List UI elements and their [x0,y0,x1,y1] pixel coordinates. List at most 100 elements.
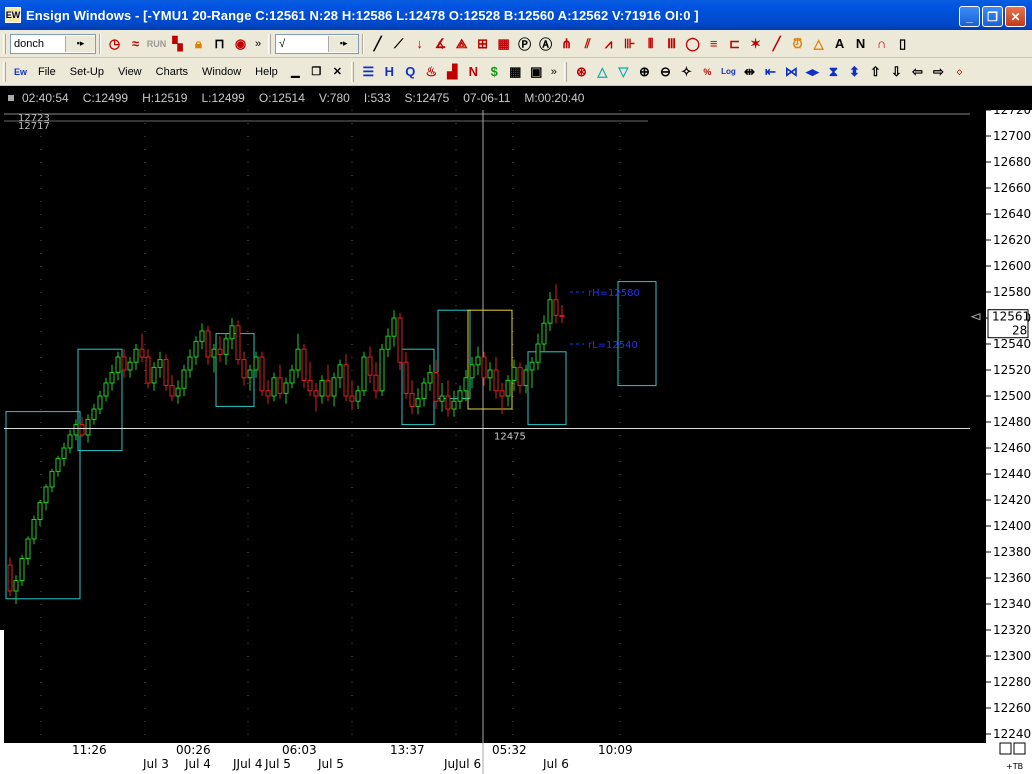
clock-icon[interactable]: ◷ [104,33,125,54]
unlock-icon[interactable]: ⊓ [209,33,230,54]
percent-icon[interactable]: % [697,61,718,82]
toolbar-grip[interactable] [268,33,272,54]
menu-help[interactable]: Help [248,66,285,78]
ray-icon[interactable]: ⟋ [388,33,409,54]
doc-icon[interactable]: Ew [10,61,31,82]
hourglass-icon[interactable]: ⧗ [823,61,844,82]
mdi-close-icon[interactable]: ✕ [327,61,348,82]
candle-body [313,390,319,397]
candle-body [559,314,565,318]
compass-icon[interactable]: ✧ [676,61,697,82]
flame-icon[interactable]: ♨ [421,61,442,82]
menu-charts[interactable]: Charts [149,66,195,78]
toolbar-overflow-chevron[interactable]: » [547,66,561,78]
magnet-icon[interactable]: ∩ [871,33,892,54]
candle-body [439,395,445,402]
updown-icon[interactable]: ⬍ [844,61,865,82]
price-tick-label: 12300 [993,649,1031,663]
mdi-restore-icon[interactable]: ❐ [306,61,327,82]
candle-body [145,356,151,384]
cursor-icon[interactable]: ▯ [892,33,913,54]
line-tool-icon[interactable]: ╱ [766,33,787,54]
gann-icon[interactable]: ⊏ [724,33,745,54]
triangle-down-icon[interactable]: ▽ [613,61,634,82]
camera-icon[interactable]: ▣ [526,61,547,82]
lock-icon[interactable]: 🔒︎ [188,33,209,54]
arrow-down-icon[interactable]: ↓ [409,33,430,54]
triangle-icon[interactable]: △ [808,33,829,54]
table-icon[interactable]: ▦ [493,33,514,54]
candle-body [151,366,157,384]
lifebuoy-icon[interactable]: ⊛ [571,61,592,82]
menu-view[interactable]: View [111,66,149,78]
candle-body [109,372,115,384]
cycle-icon[interactable]: ⦀ [640,33,661,54]
triangle-up-icon[interactable]: △ [592,61,613,82]
study-combo[interactable]: donch ▪▸ [10,33,96,54]
menu-file[interactable]: File [31,66,63,78]
arrow-down-outline-icon[interactable]: ⇩ [886,61,907,82]
minimize-button[interactable]: _ [959,6,980,27]
circle-icon[interactable]: ◯ [682,33,703,54]
arrow-left-icon[interactable]: ⇦ [907,61,928,82]
maximize-button[interactable]: ❐ [982,6,1003,27]
lines-icon[interactable]: ≡ [703,33,724,54]
arrow-up-icon[interactable]: ⇧ [865,61,886,82]
expand-h-icon[interactable]: ⇹ [739,61,760,82]
app-icon[interactable]: EW [5,7,21,23]
target-icon[interactable]: ◉ [230,33,251,54]
toolbar-grip[interactable] [563,61,567,82]
grid-icon[interactable]: ▚ [167,33,188,54]
spark-icon[interactable]: ✶ [745,33,766,54]
toolbar-overflow-chevron[interactable]: » [251,38,265,50]
run-button[interactable]: RUN [146,33,167,54]
zoom-out-icon[interactable]: ⊖ [655,61,676,82]
a-box-icon[interactable]: Ⓐ [535,33,556,54]
dropdown-arrow-icon[interactable]: ▪▸ [328,35,359,52]
candle-body [475,356,481,366]
wave-icon[interactable]: ≈ [125,33,146,54]
h-icon[interactable]: H [379,61,400,82]
price-tick-label: 12320 [993,623,1031,637]
dollar-icon[interactable]: $ [484,61,505,82]
fib-fan-icon[interactable]: ⟁ [451,33,472,54]
trendline-icon[interactable]: ╱ [367,33,388,54]
close-button[interactable]: ✕ [1005,6,1026,27]
reset-button[interactable]: ◇ [949,61,970,82]
scroll-left-icon[interactable]: ⇤ [760,61,781,82]
arrow-right-icon[interactable]: ⇨ [928,61,949,82]
dropdown-arrow-icon[interactable]: ▪▸ [65,35,95,52]
price-tick-label: 12680 [993,155,1031,169]
grid-lines-icon[interactable]: ⊞ [472,33,493,54]
zoom-in-icon[interactable]: ⊕ [634,61,655,82]
fan-icon[interactable]: ∡ [430,33,451,54]
alarm-icon[interactable]: ⏰︎ [787,33,808,54]
price-chart[interactable]: 12720 12700 12680 12660 12640 12620 12600 12580… [0,110,1032,774]
zigzag-icon[interactable]: ⩘ [598,33,619,54]
menu-window[interactable]: Window [195,66,248,78]
toolbar-grip[interactable] [350,61,354,82]
price-tick-label: 12440 [993,467,1031,481]
log-icon[interactable]: Log [718,61,739,82]
candle-body [187,356,193,371]
fib-icon[interactable]: ⊪ [619,33,640,54]
expand-icon[interactable]: ◂▸ [802,61,823,82]
menu-setup[interactable]: Set-Up [63,66,111,78]
pitchfork-icon[interactable]: ⋔ [556,33,577,54]
mdi-minimize-icon[interactable]: ▁ [285,61,306,82]
layers-icon[interactable]: ☰ [358,61,379,82]
compress-icon[interactable]: ⋈ [781,61,802,82]
bars-icon[interactable]: Ⅲ [661,33,682,54]
toolbar-grip[interactable] [3,61,6,82]
table-grid-icon[interactable]: ▦ [505,61,526,82]
n-icon[interactable]: N [850,33,871,54]
q-icon[interactable]: Q [400,61,421,82]
status-close: C:12499 [82,91,129,105]
bar-chart-icon[interactable]: ▟ [442,61,463,82]
text-tool-icon[interactable]: A [829,33,850,54]
parallel-icon[interactable]: ⫽ [577,33,598,54]
period-combo[interactable]: √ ▪▸ [275,33,360,54]
p-icon[interactable]: Ⓟ [514,33,535,54]
n-chart-icon[interactable]: N [463,61,484,82]
toolbar-grip[interactable] [3,33,6,54]
